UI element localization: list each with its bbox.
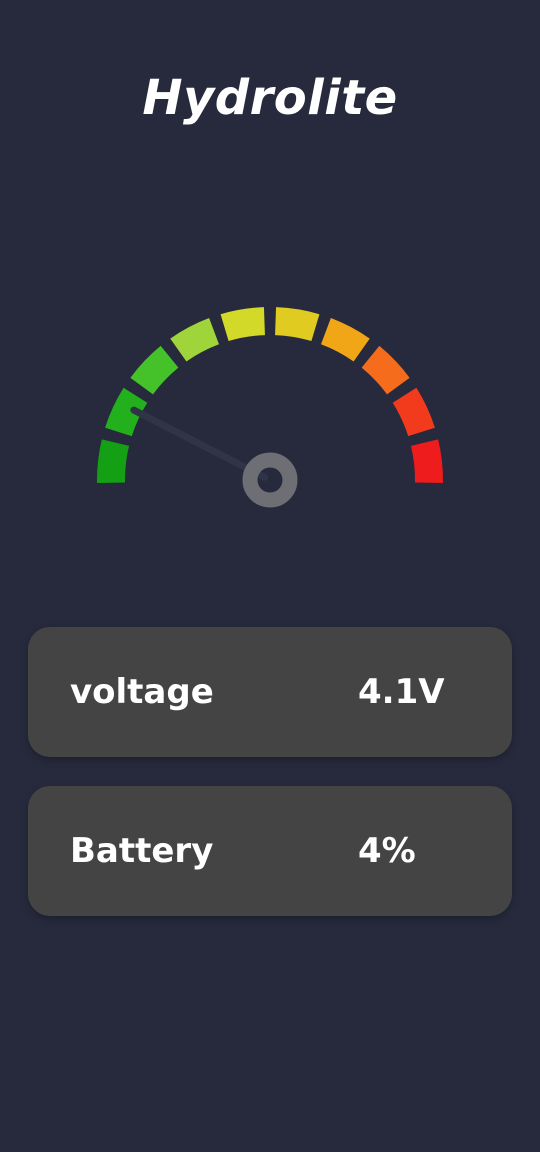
- battery-value: 4%: [358, 831, 416, 871]
- gauge-needle: [130, 406, 269, 481]
- voltage-value: 4.1V: [358, 672, 445, 712]
- gauge-hub: [242, 452, 298, 508]
- battery-card: Battery 4%: [28, 786, 512, 916]
- battery-gauge: [97, 307, 443, 508]
- gauge-segment: [361, 345, 410, 395]
- gauge-segment: [275, 307, 320, 342]
- gauge-segment: [220, 307, 265, 342]
- gauge-segment: [97, 439, 130, 484]
- gauge-segment: [170, 318, 219, 362]
- battery-label: Battery: [70, 831, 214, 871]
- app-title: Hydrolite: [142, 70, 398, 126]
- gauge-segment: [392, 387, 435, 437]
- gauge-segment: [130, 345, 179, 395]
- gauge-segment: [410, 439, 443, 484]
- voltage-card: voltage 4.1V: [28, 627, 512, 757]
- gauge-segment: [321, 318, 370, 362]
- voltage-label: voltage: [70, 672, 214, 712]
